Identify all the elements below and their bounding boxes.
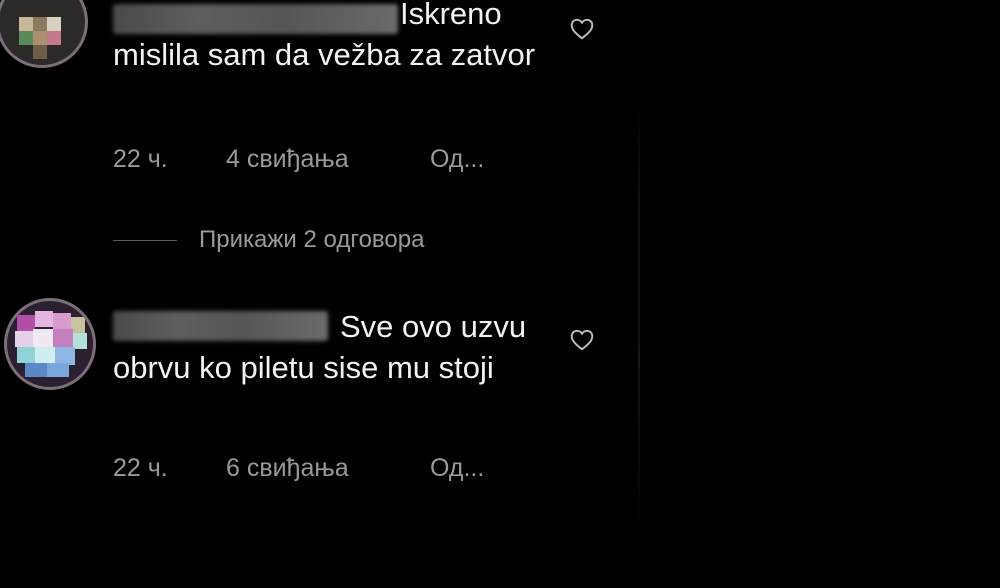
comment-time: 22 ч. bbox=[113, 454, 168, 482]
comment-likes[interactable]: 6 свиђања bbox=[226, 454, 430, 483]
comment-meta: 22 ч. 4 свиђања Од... bbox=[113, 145, 484, 174]
heart-outline-icon[interactable] bbox=[569, 327, 595, 353]
reply-button[interactable]: Од... bbox=[430, 145, 484, 174]
avatar[interactable] bbox=[4, 298, 96, 390]
comment-time: 22 ч. bbox=[113, 145, 168, 173]
divider-edge bbox=[638, 95, 640, 545]
comment-likes[interactable]: 4 свиђања bbox=[226, 145, 430, 174]
comment-text: Iskreno mislila sam da vežba za zatvor bbox=[113, 0, 536, 72]
reply-button[interactable]: Од... bbox=[430, 454, 484, 483]
comment-meta: 22 ч. 6 свиђања Од... bbox=[113, 454, 484, 483]
heart-outline-icon[interactable] bbox=[569, 16, 595, 42]
view-replies-button[interactable]: Прикажи 2 одговора bbox=[113, 226, 424, 254]
comment-text: Sve ovo uzvu obrvu ko piletu sise mu sto… bbox=[113, 309, 527, 385]
replies-line bbox=[113, 239, 177, 241]
view-replies-label: Прикажи 2 одговора bbox=[199, 226, 425, 253]
avatar[interactable] bbox=[0, 0, 88, 68]
